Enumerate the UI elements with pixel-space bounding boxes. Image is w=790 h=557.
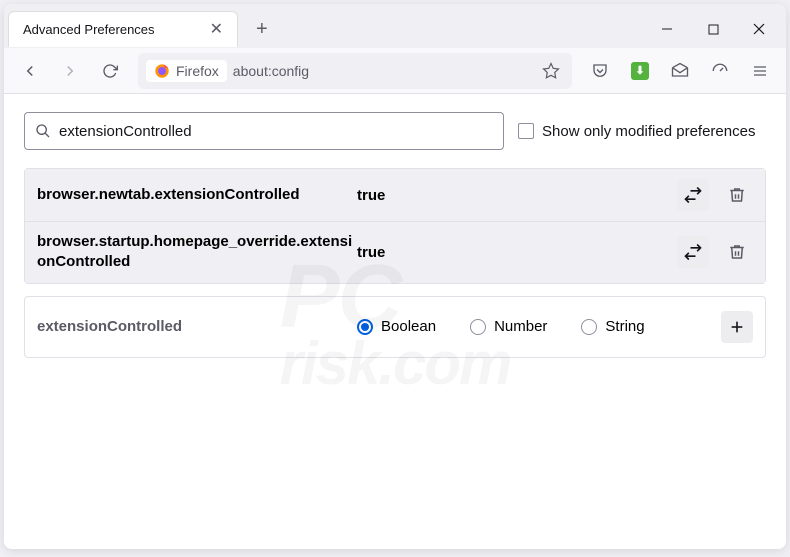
new-tab-button[interactable]: + <box>248 13 276 45</box>
maximize-button[interactable] <box>690 11 736 47</box>
pref-actions <box>677 179 753 211</box>
browser-tab[interactable]: Advanced Preferences ✕ <box>8 11 238 47</box>
pref-name: browser.startup.homepage_override.extens… <box>37 232 357 273</box>
search-input[interactable] <box>59 123 493 140</box>
add-button[interactable] <box>721 311 753 343</box>
radio-icon <box>581 319 597 335</box>
minimize-button[interactable] <box>644 11 690 47</box>
radio-label: Number <box>494 318 547 335</box>
dashboard-icon[interactable] <box>702 53 738 89</box>
radio-icon <box>357 319 373 335</box>
preference-row[interactable]: browser.newtab.extensionControlledtrue <box>25 169 765 221</box>
identity-box[interactable]: Firefox <box>146 60 227 82</box>
window-controls <box>644 11 782 47</box>
checkbox-icon <box>518 123 534 139</box>
new-pref-name: extensionControlled <box>37 318 357 335</box>
new-preference-row: extensionControlled Boolean Number String <box>24 296 766 358</box>
app-menu-button[interactable] <box>742 53 778 89</box>
url-text: about:config <box>233 63 309 79</box>
delete-icon[interactable] <box>721 236 753 268</box>
search-box[interactable] <box>24 112 504 150</box>
search-row: Show only modified preferences <box>24 112 766 150</box>
radio-label: String <box>605 318 644 335</box>
type-radio-group: Boolean Number String <box>357 318 721 335</box>
close-window-button[interactable] <box>736 11 782 47</box>
navigation-toolbar: Firefox about:config ⬇ <box>4 48 786 94</box>
mail-icon[interactable] <box>662 53 698 89</box>
preference-row[interactable]: browser.startup.homepage_override.extens… <box>25 221 765 283</box>
pref-value: true <box>357 187 677 204</box>
pref-value: true <box>357 244 677 261</box>
pref-name: browser.newtab.extensionControlled <box>37 185 357 205</box>
search-icon <box>35 123 51 139</box>
radio-boolean[interactable]: Boolean <box>357 318 436 335</box>
extension-icon[interactable]: ⬇ <box>622 53 658 89</box>
url-bar[interactable]: Firefox about:config <box>138 53 572 89</box>
close-tab-icon[interactable]: ✕ <box>206 18 227 42</box>
radio-icon <box>470 319 486 335</box>
pocket-icon[interactable] <box>582 53 618 89</box>
identity-label: Firefox <box>176 63 219 79</box>
delete-icon[interactable] <box>721 179 753 211</box>
pref-actions <box>677 236 753 268</box>
tab-bar: Advanced Preferences ✕ + <box>4 4 786 48</box>
back-button[interactable] <box>12 53 48 89</box>
about-config-content: Show only modified preferences browser.n… <box>4 94 786 549</box>
toggle-icon[interactable] <box>677 236 709 268</box>
firefox-icon <box>154 63 170 79</box>
modified-only-toggle[interactable]: Show only modified preferences <box>518 123 755 140</box>
preference-list: browser.newtab.extensionControlledtruebr… <box>24 168 766 284</box>
radio-number[interactable]: Number <box>470 318 547 335</box>
bookmark-star-icon[interactable] <box>538 58 564 84</box>
browser-window: Advanced Preferences ✕ + Firefox about:c… <box>4 4 786 549</box>
reload-button[interactable] <box>92 53 128 89</box>
radio-label: Boolean <box>381 318 436 335</box>
tab-title: Advanced Preferences <box>23 22 206 37</box>
modified-only-label: Show only modified preferences <box>542 123 755 140</box>
toggle-icon[interactable] <box>677 179 709 211</box>
radio-string[interactable]: String <box>581 318 644 335</box>
forward-button[interactable] <box>52 53 88 89</box>
